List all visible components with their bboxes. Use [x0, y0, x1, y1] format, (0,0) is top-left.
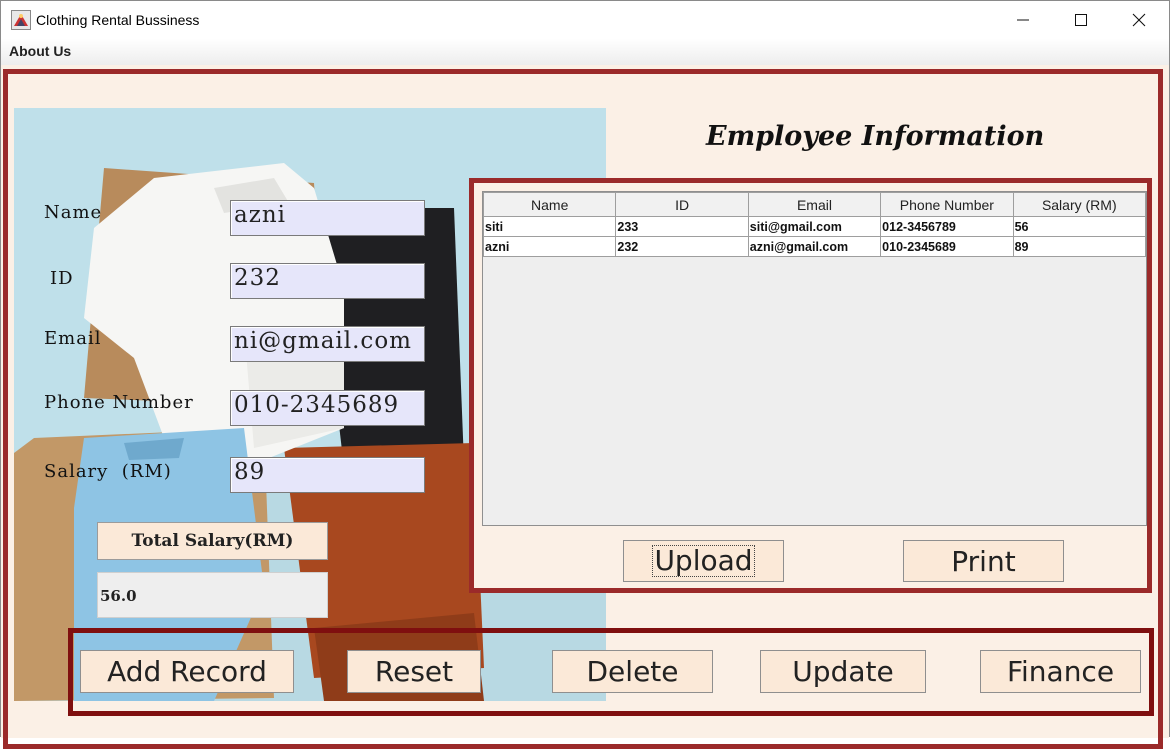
table-cell[interactable]: 012-3456789 [880, 216, 1014, 237]
table-cell[interactable]: azni [482, 236, 617, 257]
total-salary-output: 56.0 [97, 572, 328, 618]
name-label: Name [44, 202, 103, 223]
phone-label: Phone Number [44, 392, 194, 413]
java-app-icon [11, 10, 31, 30]
menu-about-us[interactable]: About Us [9, 43, 71, 59]
table-cell[interactable]: 010-2345689 [880, 236, 1014, 257]
title-bar[interactable]: Clothing Rental Bussiness [1, 1, 1169, 39]
table-row[interactable]: azni 232 azni@gmail.com 010-2345689 89 [482, 236, 1147, 257]
maximize-icon [1075, 14, 1087, 26]
table-cell[interactable]: siti [482, 216, 617, 237]
total-salary-button[interactable]: Total Salary(RM) [97, 522, 328, 560]
employee-info-title: Employee Information [706, 121, 1045, 152]
menu-bar: About Us [1, 39, 1169, 65]
close-button[interactable] [1110, 1, 1168, 39]
email-field[interactable]: ni@gmail.com [230, 326, 425, 362]
phone-field[interactable]: 010-2345689 [230, 390, 425, 426]
minimize-icon [1017, 19, 1029, 21]
table-cell[interactable]: azni@gmail.com [747, 236, 882, 257]
table-cell[interactable]: 89 [1012, 236, 1147, 257]
id-field[interactable]: 232 [230, 263, 425, 299]
column-header-salary[interactable]: Salary (RM) [1012, 192, 1147, 217]
table-cell[interactable]: siti@gmail.com [747, 216, 882, 237]
email-label: Email [44, 328, 102, 349]
column-header-email[interactable]: Email [747, 192, 882, 217]
app-window: Clothing Rental Bussiness About Us Name … [0, 0, 1170, 749]
column-header-phone[interactable]: Phone Number [880, 192, 1014, 217]
main-panel: Name ID Email Phone Number Salary (RM) a… [1, 65, 1169, 749]
actions-frame: Add Record Reset Delete Update Finance [68, 628, 1154, 716]
column-header-name[interactable]: Name [482, 192, 617, 217]
finance-button[interactable]: Finance [980, 650, 1141, 693]
salary-field[interactable]: 89 [230, 457, 425, 493]
employee-table-grid[interactable]: Name ID Email Phone Number Salary (RM) s… [482, 192, 1147, 257]
update-button[interactable]: Update [760, 650, 926, 693]
window-title: Clothing Rental Bussiness [36, 12, 200, 28]
table-frame: Name ID Email Phone Number Salary (RM) s… [469, 178, 1152, 593]
upload-button[interactable]: Upload [623, 540, 784, 582]
id-label: ID [50, 268, 74, 289]
table-row[interactable]: siti 233 siti@gmail.com 012-3456789 56 [482, 216, 1147, 237]
table-cell[interactable]: 232 [615, 236, 749, 257]
table-cell[interactable]: 56 [1012, 216, 1147, 237]
table-cell[interactable]: 233 [615, 216, 749, 237]
table-header-row: Name ID Email Phone Number Salary (RM) [482, 192, 1147, 217]
name-field[interactable]: azni [230, 200, 425, 236]
add-record-button[interactable]: Add Record [80, 650, 294, 693]
minimize-button[interactable] [994, 1, 1052, 39]
upload-button-label: Upload [652, 544, 755, 577]
maximize-button[interactable] [1052, 1, 1110, 39]
salary-label: Salary (RM) [44, 461, 172, 482]
delete-button[interactable]: Delete [552, 650, 713, 693]
employee-table[interactable]: Name ID Email Phone Number Salary (RM) s… [482, 191, 1147, 526]
print-button[interactable]: Print [903, 540, 1064, 582]
reset-button[interactable]: Reset [347, 650, 481, 693]
column-header-id[interactable]: ID [615, 192, 749, 217]
close-icon [1132, 13, 1146, 27]
